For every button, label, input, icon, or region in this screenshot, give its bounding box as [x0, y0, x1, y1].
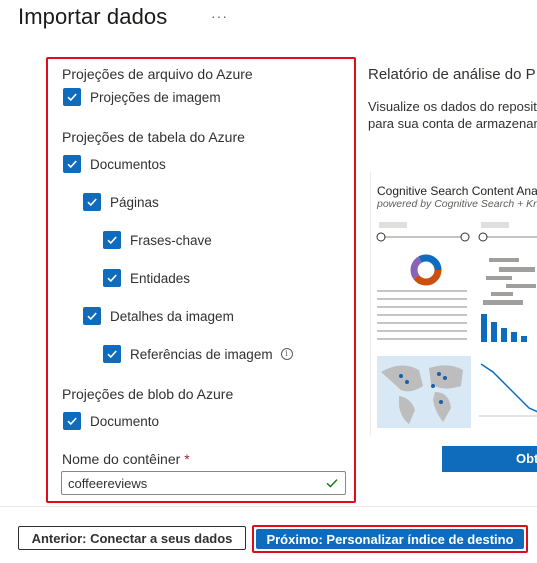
required-marker: *: [184, 451, 190, 467]
report-title: Relatório de análise do P: [368, 66, 536, 83]
checkbox-document[interactable]: Documento: [63, 412, 159, 430]
container-label-text: Nome do contêiner: [62, 451, 181, 467]
checkbox-label: Páginas: [110, 194, 159, 210]
report-desc-line-1: Visualize os dados do reposito: [368, 99, 537, 114]
checkbox-label: Documentos: [90, 156, 166, 172]
checkbox-label: Frases-chave: [130, 232, 212, 248]
checkbox-label: Entidades: [130, 270, 191, 286]
checkmark-icon: [83, 307, 101, 325]
file-projections-heading: Projeções de arquivo do Azure: [62, 66, 253, 82]
checkmark-icon: [63, 412, 81, 430]
checkbox-entities[interactable]: Entidades: [103, 269, 190, 287]
container-name-label: Nome do contêiner *: [62, 451, 190, 467]
report-thumbnail-illustration: [376, 222, 537, 428]
report-desc-line-2: para sua conta de armazenam: [368, 116, 537, 131]
checkmark-icon: [103, 231, 121, 249]
checkmark-icon: [63, 88, 81, 106]
checkbox-documents[interactable]: Documentos: [63, 155, 166, 173]
checkbox-label: Referências de imagem: [130, 346, 273, 362]
projections-panel-highlight: [46, 57, 356, 503]
container-name-value: coffeereviews: [68, 475, 148, 491]
checkmark-icon: [83, 193, 101, 211]
checkmark-icon: [63, 155, 81, 173]
info-icon[interactable]: i: [280, 348, 293, 360]
more-options-icon[interactable]: ···: [211, 8, 228, 24]
checkmark-icon: [103, 269, 121, 287]
blob-projections-heading: Projeções de blob do Azure: [62, 386, 234, 402]
container-name-input[interactable]: coffeereviews: [61, 471, 346, 495]
checkbox-image-projections[interactable]: Projeções de imagem: [63, 88, 221, 106]
page-title: Importar dados: [18, 4, 168, 29]
next-button-highlight: Próximo: Personalizar índice de destino: [252, 525, 528, 553]
report-description: Visualize os dados do reposito para sua …: [368, 98, 537, 132]
next-button[interactable]: Próximo: Personalizar índice de destino: [256, 529, 524, 549]
checkbox-image-details[interactable]: Detalhes da imagem: [83, 307, 234, 325]
checkbox-label: Documento: [90, 413, 160, 429]
valid-check-icon: [326, 479, 338, 488]
checkbox-label: Detalhes da imagem: [110, 308, 234, 324]
table-projections-heading: Projeções de tabela do Azure: [62, 129, 245, 145]
checkbox-pages[interactable]: Páginas: [83, 193, 159, 211]
checkmark-icon: [103, 345, 121, 363]
open-report-button[interactable]: Obt: [442, 446, 537, 472]
checkbox-image-references[interactable]: Referências de imagem i: [103, 345, 293, 363]
previous-button[interactable]: Anterior: Conectar a seus dados: [18, 526, 246, 550]
footer-divider: [0, 506, 537, 507]
checkbox-key-phrases[interactable]: Frases-chave: [103, 231, 212, 249]
report-preview-image: Cognitive Search Content Analy powered b…: [370, 172, 537, 435]
checkbox-label: Projeções de imagem: [90, 89, 221, 105]
